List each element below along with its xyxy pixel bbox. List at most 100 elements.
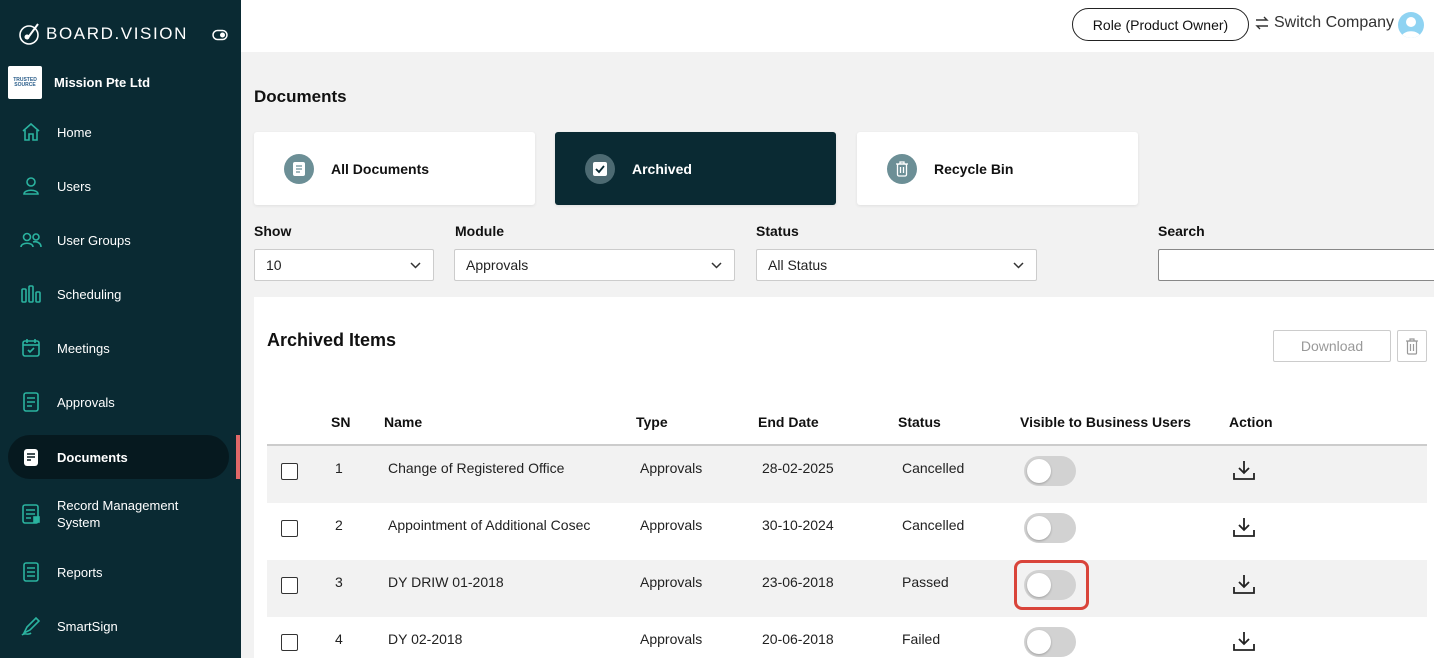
cell-type: Approvals [640,574,703,590]
switch-company-label: Switch Company [1274,14,1395,31]
download-icon[interactable] [1232,459,1256,486]
sidebar-item-label: User Groups [57,232,131,248]
chevron-down-icon [1013,262,1024,269]
status-value: All Status [768,257,828,273]
panel-title: Archived Items [267,330,397,350]
cell-type: Approvals [640,517,703,533]
cell-status: Failed [902,631,941,647]
visibility-toggle[interactable] [1024,456,1076,486]
sidebar-item-label: Meetings [57,340,110,356]
checkbox-icon [585,153,615,184]
row-checkbox[interactable] [281,634,298,651]
col-header-sn: SN [331,414,351,430]
sidebar-item-approvals[interactable]: Approvals [8,380,229,424]
search-input[interactable] [1158,249,1434,281]
record-icon [19,502,43,526]
toggle-knob [1027,459,1051,483]
toggle-knob [1027,516,1051,540]
company-logo-text: TRUSTED SOURCE [13,76,37,88]
download-icon[interactable] [1232,630,1256,657]
sidebar-item-home[interactable]: Home [8,110,229,154]
col-header-end-date[interactable]: End Date [758,414,819,430]
board-vision-logo[interactable]: BOARD.VISION [18,20,188,48]
cell-status: Cancelled [902,517,965,533]
role-button[interactable]: Role (Product Owner) [1072,8,1249,41]
download-icon[interactable] [1232,573,1256,600]
cell-status: Passed [902,574,949,590]
sidebar-item-user-groups[interactable]: User Groups [8,218,229,262]
show-value: 10 [266,257,282,273]
tab-archived[interactable]: Archived [555,132,836,205]
home-icon [19,120,43,144]
sidebar: BOARD.VISION TRUSTED SOURCE Mission Pte … [0,0,241,658]
delete-button[interactable] [1397,330,1427,362]
sidebar-item-meetings[interactable]: Meetings [8,326,229,370]
archived-items-panel: Archived Items Download SN Name Type End… [254,297,1434,658]
sidebar-item-record-management[interactable]: Record Management System [8,491,229,537]
module-value: Approvals [466,257,529,273]
download-icon[interactable] [1232,516,1256,543]
show-select[interactable]: 10 [254,249,434,281]
logo-text: BOARD.VISION [46,24,189,43]
visibility-toggle[interactable] [1024,570,1076,600]
download-button[interactable]: Download [1273,330,1391,362]
row-checkbox[interactable] [281,577,298,594]
show-label: Show [254,223,292,239]
company-name: Mission Pte Ltd [54,75,151,90]
cell-end-date: 20-06-2018 [762,631,834,647]
document-icon [284,153,314,184]
tab-recycle-bin[interactable]: Recycle Bin [857,132,1138,205]
tab-all-documents[interactable]: All Documents [254,132,535,205]
trash-icon [887,153,917,184]
sidebar-item-users[interactable]: Users [8,164,229,208]
approvals-icon [19,390,43,414]
cell-end-date: 30-10-2024 [762,517,834,533]
visibility-toggle[interactable] [1024,513,1076,543]
status-select[interactable]: All Status [756,249,1037,281]
cell-name: DY DRIW 01-2018 [388,574,504,590]
row-checkbox[interactable] [281,520,298,537]
cell-sn: 2 [335,517,343,533]
cell-end-date: 23-06-2018 [762,574,834,590]
cell-sn: 4 [335,631,343,647]
col-header-visible: Visible to Business Users [1020,414,1191,430]
page-title: Documents [254,87,347,106]
cell-sn: 3 [335,574,343,590]
col-header-name[interactable]: Name [384,414,422,430]
status-label: Status [756,223,799,239]
sidebar-toggle-icon[interactable] [212,28,228,46]
user-group-icon [19,228,43,252]
user-avatar[interactable] [1398,12,1424,38]
reports-icon [19,560,43,584]
sidebar-item-smartsign[interactable]: SmartSign [8,604,229,648]
cell-type: Approvals [640,460,703,476]
chevron-down-icon [410,262,421,269]
company-logo: TRUSTED SOURCE [8,66,42,99]
sidebar-item-label: Home [57,124,92,140]
cell-sn: 1 [335,460,343,476]
col-header-type[interactable]: Type [636,414,668,430]
row-checkbox[interactable] [281,463,298,480]
main-content: Documents All Documents Archived Recycle… [241,52,1434,658]
sidebar-item-label: Documents [57,449,128,465]
documents-icon [19,445,43,469]
cell-name: Change of Registered Office [388,460,565,476]
switch-company-button[interactable]: Switch Company [1254,14,1394,32]
tab-label: Recycle Bin [934,160,1014,177]
sidebar-item-label: Approvals [57,394,115,410]
company-selector[interactable]: TRUSTED SOURCE Mission Pte Ltd [8,66,150,99]
sidebar-item-documents[interactable]: Documents [8,435,229,479]
pen-icon [19,614,43,638]
visibility-toggle[interactable] [1024,627,1076,657]
col-header-action: Action [1229,414,1273,430]
sidebar-item-scheduling[interactable]: Scheduling [8,272,229,316]
sidebar-item-reports[interactable]: Reports [8,550,229,594]
scheduling-icon [19,282,43,306]
cell-name: DY 02-2018 [388,631,463,647]
col-header-status[interactable]: Status [898,414,941,430]
module-select[interactable]: Approvals [454,249,735,281]
cell-type: Approvals [640,631,703,647]
logo-mark-icon [19,23,39,45]
sidebar-item-label: Record Management System [57,498,179,530]
module-label: Module [455,223,504,239]
